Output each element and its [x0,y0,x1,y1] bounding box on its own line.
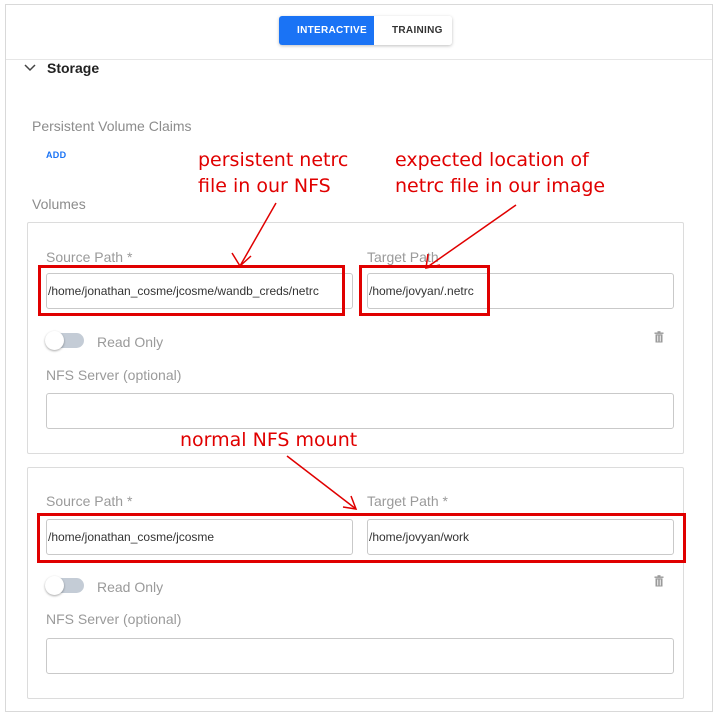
read-only-label: Read Only [97,579,164,595]
annotation-line: persistent netrc [198,149,349,171]
nfs-server-label: NFS Server (optional) [46,611,182,627]
storage-title: Storage [47,60,100,76]
source-path-input[interactable]: /home/jonathan_cosme/jcosme/wandb_creds/… [46,273,353,309]
volume-card: Source Path * /home/jonathan_cosme/jcosm… [27,222,684,454]
mode-toggle: INTERACTIVE TRAINING [279,16,452,45]
interactive-toggle-button[interactable]: INTERACTIVE [279,16,374,45]
nfs-server-input[interactable] [46,638,674,674]
volumes-label: Volumes [32,196,86,212]
trash-icon[interactable] [654,575,664,587]
source-path-label: Source Path * [46,249,133,265]
annotation-line: expected location of [395,149,589,171]
read-only-toggle[interactable] [45,331,84,350]
add-pvc-button[interactable]: ADD [46,150,66,160]
chevron-down-icon [24,64,36,72]
annotation-line: file in our NFS [198,175,331,197]
training-toggle-button[interactable]: TRAINING [374,16,452,45]
target-path-input[interactable]: /home/jovyan/work [367,519,674,555]
source-path-label: Source Path * [46,493,133,509]
mode-toggle-bar: INTERACTIVE TRAINING [6,5,712,60]
nfs-server-input[interactable] [46,393,674,429]
annotation-line: netrc file in our image [395,175,606,197]
annotation-netrc-target: expected location of netrc file in our i… [395,147,605,199]
trash-icon[interactable] [654,331,664,343]
source-path-input[interactable]: /home/jonathan_cosme/jcosme [46,519,353,555]
target-path-label: Target Path [367,249,439,265]
pvc-label: Persistent Volume Claims [32,118,192,134]
storage-section-header[interactable]: Storage [23,60,99,76]
target-path-input[interactable]: /home/jovyan/.netrc [367,273,674,309]
read-only-toggle[interactable] [45,576,84,595]
target-path-label: Target Path * [367,493,448,509]
annotation-normal-mount: normal NFS mount [180,429,358,451]
nfs-server-label: NFS Server (optional) [46,367,182,383]
annotation-netrc-source: persistent netrc file in our NFS [198,147,348,199]
volume-card: Source Path * /home/jonathan_cosme/jcosm… [27,467,684,699]
read-only-label: Read Only [97,334,164,350]
